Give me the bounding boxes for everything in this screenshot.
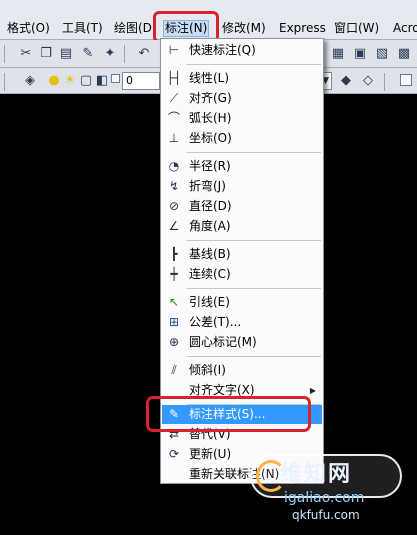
menu-acro[interactable]: Acro — [392, 20, 417, 37]
menu-window[interactable]: 窗口(W) — [333, 20, 380, 37]
aligned-icon: ⟋ — [169, 91, 179, 105]
angular-icon: ∠ — [168, 219, 180, 233]
leader-icon: ↖ — [168, 295, 180, 309]
watermark: 维知网 igaliao.com qkfufu.com — [244, 448, 414, 528]
watermark-url-1: igaliao.com — [284, 490, 365, 506]
item-highlight-ring — [146, 396, 311, 432]
layer-on-icon[interactable]: ● — [46, 73, 62, 89]
menu-item-aligned[interactable]: ⟋ 对齐(G) — [162, 89, 322, 108]
quick-dimension-icon: ⊢ — [168, 43, 180, 57]
tool-palette-icon[interactable]: ▧ — [374, 46, 390, 62]
tolerance-icon: ⊞ — [168, 315, 180, 329]
menu-modify[interactable]: 修改(M) — [221, 20, 267, 37]
undo-icon[interactable]: ↶ — [136, 46, 152, 62]
menu-item-tolerance[interactable]: ⊞ 公差(T)... — [162, 313, 322, 332]
cut-icon[interactable]: ✂ — [18, 46, 34, 62]
menu-item-diameter[interactable]: ⊘ 直径(D) — [162, 197, 322, 216]
radius-icon: ◔ — [168, 159, 180, 173]
copy-icon[interactable]: ❐ — [38, 46, 54, 62]
ordinate-icon: ⊥ — [168, 131, 180, 145]
toolbar-separator — [384, 73, 385, 91]
menu-divider — [187, 356, 321, 357]
brush-icon[interactable]: ✎ — [80, 46, 96, 62]
menu-divider — [187, 64, 321, 65]
menu-item-baseline[interactable]: ┣ 基线(B) — [162, 245, 322, 264]
layer-manager-icon[interactable]: ◈ — [22, 73, 38, 89]
menu-divider — [187, 152, 321, 153]
arc-length-icon: ⌒ — [167, 111, 180, 125]
paste-icon[interactable]: ▤ — [58, 46, 74, 62]
menu-item-continue[interactable]: ┿ 连续(C) — [162, 265, 322, 284]
linear-icon: ├┤ — [166, 71, 182, 85]
match-properties-icon[interactable]: ✦ — [102, 46, 118, 62]
menu-item-center-mark[interactable]: ⊕ 圆心标记(M) — [162, 333, 322, 352]
layer-previous-icon[interactable]: ◇ — [360, 73, 376, 89]
color-control-icon[interactable] — [400, 74, 412, 86]
toolbar-separator — [4, 45, 5, 63]
menu-draw[interactable]: 绘图(D) — [113, 20, 158, 37]
menu-item-angular[interactable]: ∠ 角度(A) — [162, 217, 322, 236]
menu-item-quick-dimension[interactable]: ⊢ 快速标注(Q) — [162, 41, 322, 60]
design-center-icon[interactable]: ▣ — [352, 46, 368, 62]
layer-lock-icon[interactable]: ▢ — [78, 73, 94, 89]
layer-combo-value: 0 — [126, 74, 133, 87]
jogged-icon: ↯ — [168, 179, 180, 193]
layer-combo[interactable]: 0 — [122, 72, 160, 90]
menu-divider — [187, 288, 321, 289]
layer-swatch-icon — [111, 74, 120, 83]
sheet-set-icon[interactable]: ▩ — [396, 46, 412, 62]
continue-icon: ┿ — [170, 267, 178, 281]
menu-item-arc-length[interactable]: ⌒ 弧长(H) — [162, 109, 322, 128]
menu-express[interactable]: Express — [278, 20, 327, 37]
menu-item-leader[interactable]: ↖ 引线(E) — [162, 293, 322, 312]
menu-divider — [187, 240, 321, 241]
menu-item-linear[interactable]: ├┤ 线性(L) — [162, 69, 322, 88]
layer-color-icon[interactable]: ◧ — [94, 73, 110, 89]
toolbar-separator — [4, 73, 5, 91]
menu-format[interactable]: 格式(O) — [6, 20, 51, 37]
menu-item-oblique[interactable]: ⫽ 倾斜(I) — [162, 361, 322, 380]
menu-item-radius[interactable]: ◔ 半径(R) — [162, 157, 322, 176]
properties-icon[interactable]: ▦ — [330, 46, 346, 62]
menu-item-jogged[interactable]: ↯ 折弯(J) — [162, 177, 322, 196]
menu-tools[interactable]: 工具(T) — [61, 20, 104, 37]
make-current-layer-icon[interactable]: ◆ — [338, 73, 354, 89]
watermark-url-2: qkfufu.com — [292, 508, 360, 522]
layer-freeze-icon[interactable]: ☀ — [62, 73, 78, 89]
update-icon: ⟳ — [168, 447, 180, 461]
center-mark-icon: ⊕ — [168, 335, 180, 349]
diameter-icon: ⊘ — [168, 199, 180, 213]
toolbar-separator — [124, 45, 125, 63]
oblique-icon: ⫽ — [171, 363, 177, 377]
baseline-icon: ┣ — [170, 247, 178, 261]
submenu-arrow-icon: ▶ — [309, 386, 316, 395]
menu-item-ordinate[interactable]: ⊥ 坐标(O) — [162, 129, 322, 148]
watermark-title: 维知网 — [280, 462, 353, 487]
